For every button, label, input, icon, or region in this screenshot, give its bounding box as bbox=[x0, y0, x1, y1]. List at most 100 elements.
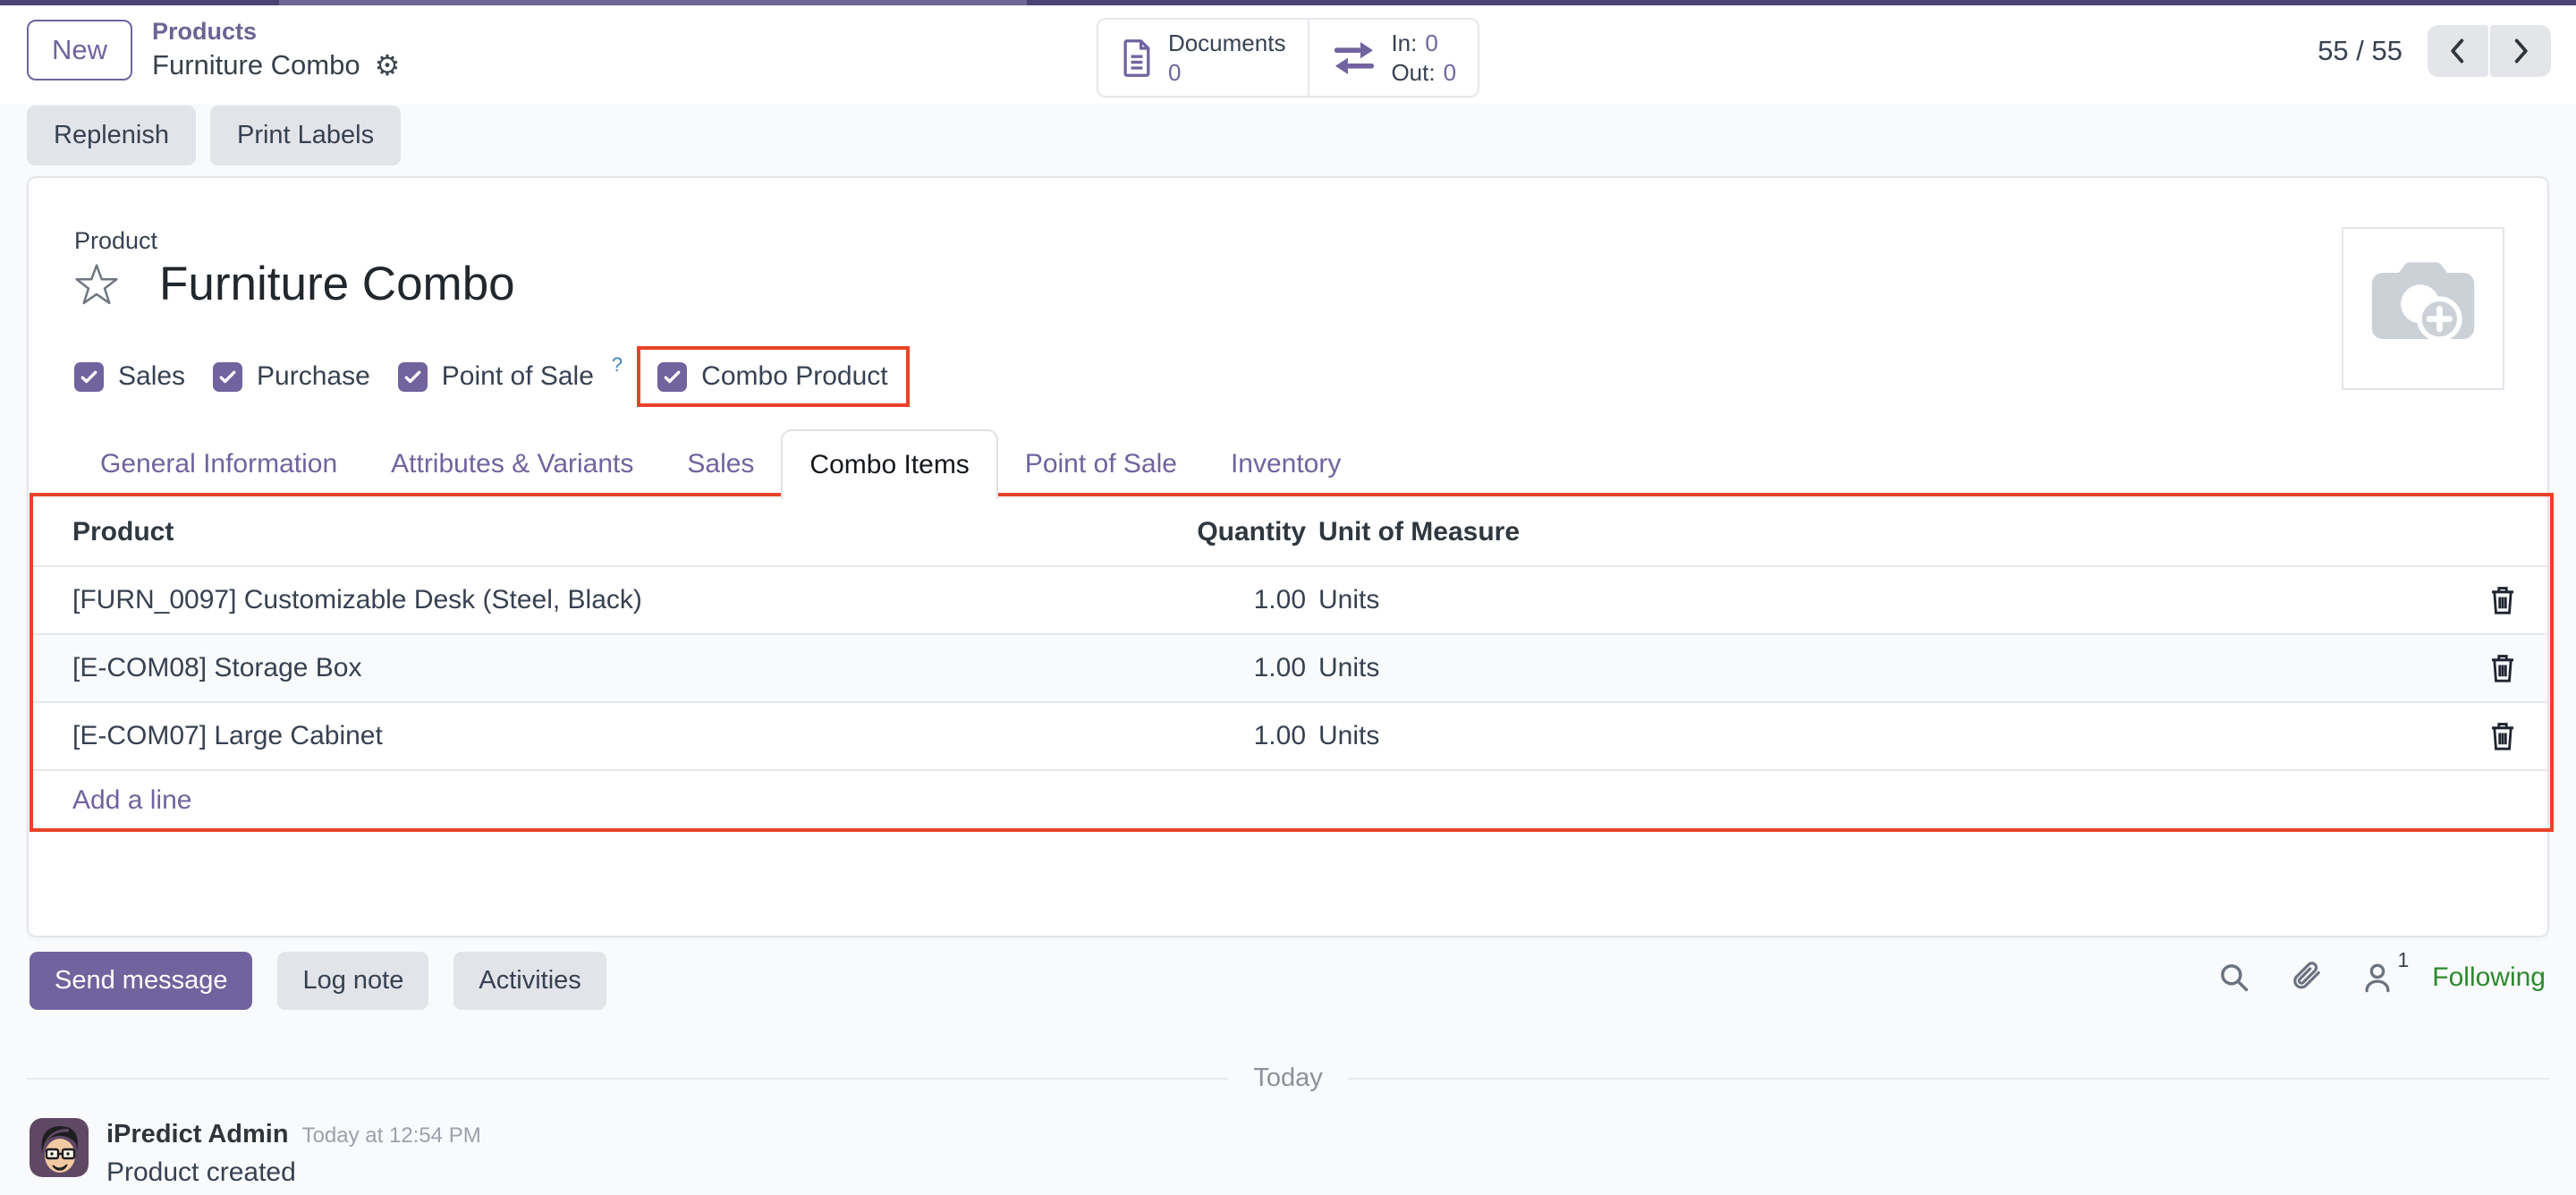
product-title[interactable]: Furniture Combo bbox=[159, 257, 515, 311]
table-row[interactable]: [E-COM08] Storage Box 1.00 Units bbox=[32, 633, 2547, 701]
table-row[interactable]: [FURN_0097] Customizable Desk (Steel, Bl… bbox=[32, 565, 2547, 633]
new-button[interactable]: New bbox=[27, 20, 132, 81]
checkbox-checked-icon bbox=[74, 362, 104, 392]
tab-attributes-variants[interactable]: Attributes & Variants bbox=[364, 429, 660, 499]
stat-buttons: Documents 0 In: 0 Out: 0 bbox=[1097, 18, 1479, 97]
person-icon bbox=[2360, 961, 2394, 995]
add-line-row: Add a line bbox=[32, 769, 2547, 830]
date-divider: Today bbox=[27, 1064, 2549, 1093]
add-a-line-link[interactable]: Add a line bbox=[72, 785, 191, 816]
chatter-toolbar: 1 Following bbox=[2217, 961, 2546, 995]
date-divider-label: Today bbox=[1253, 1064, 1322, 1093]
tab-inventory[interactable]: Inventory bbox=[1204, 429, 1368, 499]
pager-next-button[interactable] bbox=[2490, 25, 2551, 77]
cell-product[interactable]: [E-COM07] Large Cabinet bbox=[72, 721, 1056, 751]
pager-counter: 55 / 55 bbox=[2318, 35, 2402, 67]
delete-row-button[interactable] bbox=[2484, 648, 2521, 689]
table-header-row: Product Quantity Unit of Measure bbox=[32, 498, 2547, 565]
trash-icon bbox=[2487, 651, 2518, 685]
documents-count: 0 bbox=[1168, 58, 1181, 88]
column-header-uom[interactable]: Unit of Measure bbox=[1318, 517, 2458, 547]
chevron-left-icon bbox=[2447, 37, 2469, 65]
in-value: 0 bbox=[1425, 29, 1437, 58]
combo-product-checkbox[interactable]: Combo Product bbox=[657, 361, 887, 392]
divider-line bbox=[27, 1078, 1228, 1080]
sales-checkbox[interactable]: Sales bbox=[74, 361, 185, 392]
paperclip-icon bbox=[2289, 961, 2323, 995]
divider-line bbox=[1348, 1078, 2549, 1080]
documents-label: Documents bbox=[1168, 29, 1286, 58]
message-timestamp: Today at 12:54 PM bbox=[302, 1123, 481, 1148]
in-out-stat-button[interactable]: In: 0 Out: 0 bbox=[1307, 20, 1478, 96]
checkbox-checked-icon bbox=[657, 362, 687, 392]
cell-uom[interactable]: Units bbox=[1318, 653, 2458, 683]
checkbox-checked-icon bbox=[213, 362, 242, 392]
combo-items-table: Product Quantity Unit of Measure [FURN_0… bbox=[32, 498, 2547, 830]
search-icon bbox=[2217, 961, 2251, 995]
purchase-checkbox-label: Purchase bbox=[257, 361, 370, 392]
documents-stat-button[interactable]: Documents 0 bbox=[1098, 20, 1308, 96]
out-label: Out: bbox=[1391, 58, 1435, 88]
transfer-arrows-icon bbox=[1330, 40, 1377, 76]
cell-uom[interactable]: Units bbox=[1318, 721, 2458, 751]
followers-count-badge: 1 bbox=[2397, 948, 2409, 972]
tab-sales[interactable]: Sales bbox=[660, 429, 781, 499]
cell-quantity[interactable]: 1.00 bbox=[1056, 721, 1306, 751]
trash-icon bbox=[2487, 583, 2518, 617]
delete-row-button[interactable] bbox=[2484, 716, 2521, 757]
tab-combo-items[interactable]: Combo Items bbox=[781, 429, 997, 499]
cell-uom[interactable]: Units bbox=[1318, 585, 2458, 615]
attach-files-button[interactable] bbox=[2289, 961, 2323, 995]
following-toggle[interactable]: Following bbox=[2432, 962, 2546, 993]
breadcrumb-area: New Products Furniture Combo ⚙ bbox=[27, 18, 400, 81]
replenish-button[interactable]: Replenish bbox=[27, 106, 196, 165]
trash-icon bbox=[2487, 719, 2518, 753]
out-value: 0 bbox=[1444, 58, 1456, 88]
message-author[interactable]: iPredict Admin bbox=[106, 1120, 289, 1149]
point-of-sale-checkbox-label: Point of Sale bbox=[442, 361, 594, 392]
table-row[interactable]: [E-COM07] Large Cabinet 1.00 Units bbox=[32, 701, 2547, 769]
delete-row-button[interactable] bbox=[2484, 580, 2521, 621]
chatter-buttons: Send message Log note Activities bbox=[30, 952, 606, 1010]
pager: 55 / 55 bbox=[2318, 25, 2551, 77]
followers-button[interactable]: 1 bbox=[2360, 961, 2394, 995]
cell-product[interactable]: [E-COM08] Storage Box bbox=[72, 653, 1056, 683]
print-labels-button[interactable]: Print Labels bbox=[210, 106, 401, 165]
tab-point-of-sale[interactable]: Point of Sale bbox=[998, 429, 1204, 499]
chevron-right-icon bbox=[2510, 37, 2531, 65]
point-of-sale-checkbox[interactable]: Point of Sale ? bbox=[398, 361, 623, 392]
product-type-label: Product bbox=[74, 227, 157, 255]
avatar bbox=[30, 1118, 89, 1177]
product-image-upload[interactable] bbox=[2342, 227, 2504, 390]
chatter-message: iPredict Admin Today at 12:54 PM Product… bbox=[30, 1118, 481, 1188]
search-messages-button[interactable] bbox=[2217, 961, 2251, 995]
camera-placeholder-icon bbox=[2362, 257, 2484, 360]
breadcrumb-parent-link[interactable]: Products bbox=[152, 18, 400, 46]
activities-button[interactable]: Activities bbox=[453, 952, 606, 1010]
purchase-checkbox[interactable]: Purchase bbox=[213, 361, 370, 392]
action-button-row: Replenish Print Labels bbox=[27, 106, 401, 165]
column-header-quantity[interactable]: Quantity bbox=[1056, 517, 1306, 547]
gear-icon[interactable]: ⚙ bbox=[375, 51, 401, 80]
message-body: Product created bbox=[106, 1157, 481, 1188]
help-question-icon[interactable]: ? bbox=[612, 353, 623, 377]
combo-product-checkbox-label: Combo Product bbox=[701, 361, 887, 392]
cell-quantity[interactable]: 1.00 bbox=[1056, 653, 1306, 683]
document-icon bbox=[1120, 38, 1154, 78]
sales-checkbox-label: Sales bbox=[118, 361, 185, 392]
tab-general-information[interactable]: General Information bbox=[73, 429, 364, 499]
notebook-tab-bar: General Information Attributes & Variant… bbox=[73, 429, 1368, 499]
column-header-product[interactable]: Product bbox=[72, 517, 1056, 547]
product-form-sheet: Product Furniture Combo Sales Purchase bbox=[27, 176, 2549, 937]
send-message-button[interactable]: Send message bbox=[30, 952, 252, 1010]
cell-quantity[interactable]: 1.00 bbox=[1056, 585, 1306, 615]
breadcrumb-current: Furniture Combo bbox=[152, 49, 360, 81]
in-label: In: bbox=[1391, 29, 1417, 58]
pager-previous-button[interactable] bbox=[2428, 25, 2488, 77]
control-panel: New Products Furniture Combo ⚙ Documents… bbox=[0, 5, 2576, 104]
favorite-star-icon[interactable] bbox=[73, 262, 120, 307]
checkbox-checked-icon bbox=[398, 362, 428, 392]
log-note-button[interactable]: Log note bbox=[277, 952, 428, 1010]
cell-product[interactable]: [FURN_0097] Customizable Desk (Steel, Bl… bbox=[72, 585, 1056, 615]
product-flags-row: Sales Purchase Point of Sale ? Combo Pro… bbox=[74, 355, 895, 398]
